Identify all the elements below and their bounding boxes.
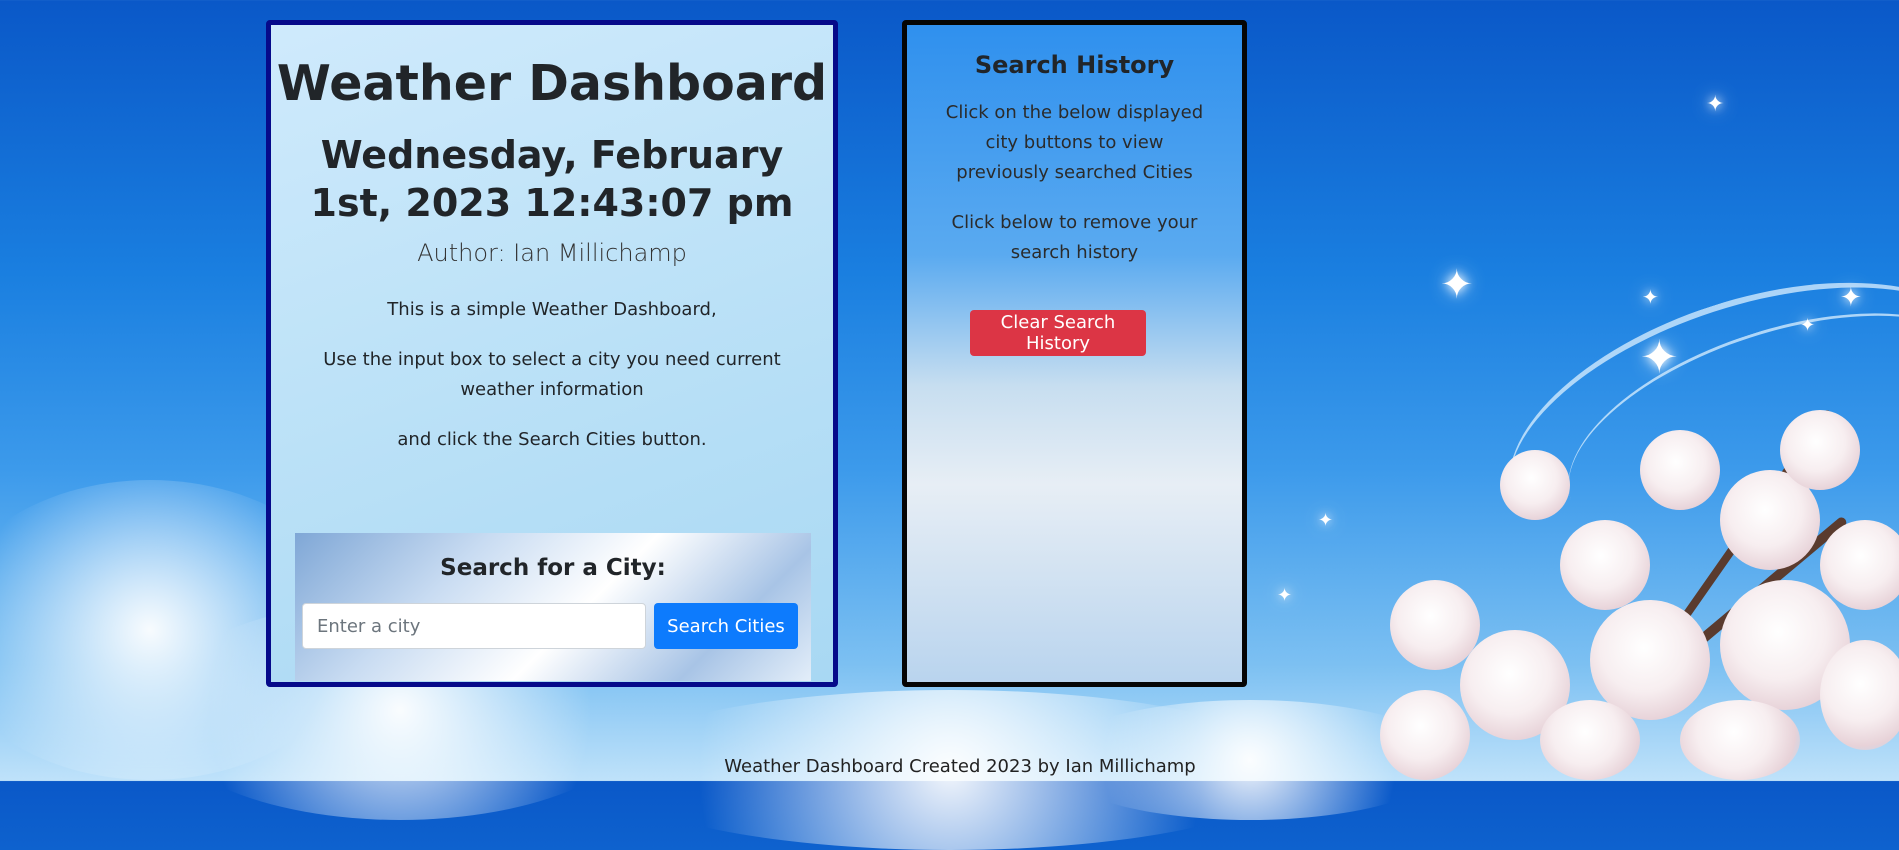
search-history-description: Click on the below displayed city button…: [945, 102, 1204, 183]
search-history-heading: Search History: [974, 51, 1175, 79]
instructions-text: Use the input box to select a city you n…: [323, 349, 781, 400]
search-heading: Search for a City:: [440, 555, 666, 581]
footer-text: Weather Dashboard Created 2023 by Ian Mi…: [724, 756, 1196, 777]
intro-text: This is a simple Weather Dashboard,: [387, 299, 717, 320]
search-history-card: Search History Click on the below displa…: [902, 20, 1247, 687]
page-title: Weather Dashboard: [276, 55, 828, 112]
current-datetime: Wednesday, February 1st, 2023 12:43:07 p…: [310, 133, 794, 225]
dashboard-card: Weather Dashboard Wednesday, February 1s…: [266, 20, 838, 687]
sparkle-icon: ✦: [1706, 92, 1725, 117]
city-search-input[interactable]: [302, 603, 646, 649]
clear-search-history-button[interactable]: Clear Search History: [970, 310, 1146, 356]
sparkle-icon: ✦: [1640, 330, 1679, 384]
sparkle-icon: ✦: [1800, 315, 1816, 336]
sparkle-icon: ✦: [1642, 285, 1659, 309]
instructions-text-2: and click the Search Cities button.: [397, 429, 707, 450]
author-text: Author: Ian Millichamp: [417, 239, 687, 267]
sparkle-icon: ✦: [1840, 283, 1862, 313]
search-panel: Search for a City: Search Cities: [295, 533, 811, 681]
search-history-remove-note: Click below to remove your search histor…: [951, 212, 1198, 263]
sparkle-icon: ✦: [1318, 510, 1334, 531]
search-cities-button[interactable]: Search Cities: [654, 603, 798, 649]
sparkle-icon: ✦: [1440, 262, 1474, 308]
sparkle-icon: ✦: [1277, 585, 1293, 606]
